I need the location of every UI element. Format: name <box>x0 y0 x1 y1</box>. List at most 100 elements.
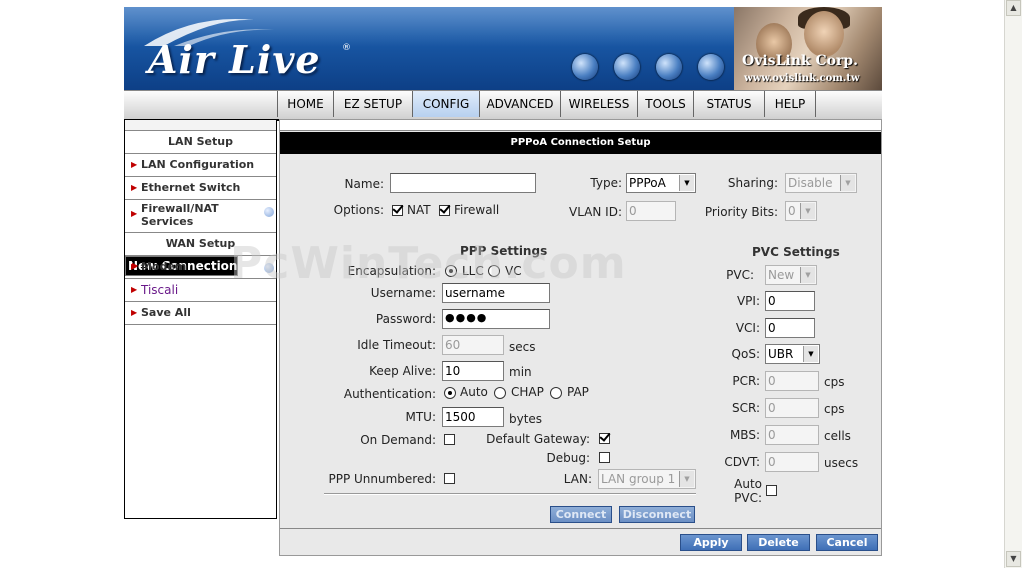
sidebar-item-label: Tiscali <box>141 283 179 297</box>
vci-input[interactable] <box>765 318 815 338</box>
expand-bullet-icon <box>264 207 274 217</box>
cdvt-label: CDVT: <box>724 455 760 469</box>
arrow-right-icon: ▶ <box>131 183 138 192</box>
vlan-id-label: VLAN ID: <box>569 205 622 219</box>
sidebar-item-label: LAN Configuration <box>141 158 255 171</box>
cancel-button[interactable]: Cancel <box>816 534 878 551</box>
apply-button[interactable]: Apply <box>680 534 742 551</box>
idle-timeout-label: Idle Timeout: <box>357 338 436 352</box>
sidebar-item-modem[interactable]: ▶ Modem <box>125 256 276 279</box>
brand-logo[interactable]: Air Live <box>148 37 321 82</box>
pcr-input[interactable] <box>765 371 819 391</box>
sharing-select[interactable]: Disable ▼ <box>785 173 857 193</box>
sidebar-section-wan-setup: WAN Setup <box>125 233 276 256</box>
debug-checkbox[interactable] <box>599 452 610 463</box>
scroll-down-arrow-icon[interactable]: ▼ <box>1006 551 1021 567</box>
type-select[interactable]: PPPoA ▼ <box>626 173 696 193</box>
lan-group-select[interactable]: LAN group 1 ▼ <box>598 469 696 489</box>
globe-icon <box>572 54 598 80</box>
page-title: PPPoA Connection Setup <box>280 132 881 154</box>
sidebar-item-tiscali[interactable]: ▶ Tiscali <box>125 279 276 302</box>
debug-label: Debug: <box>546 451 590 465</box>
mtu-label: MTU: <box>405 410 436 424</box>
auto-pvc-label-line1: Auto <box>734 477 762 491</box>
sidebar-item-save-all[interactable]: ▶ Save All <box>125 302 276 325</box>
vertical-scrollbar[interactable]: ▲ ▼ <box>1004 0 1022 568</box>
encapsulation-label: Encapsulation: <box>347 264 436 278</box>
auth-auto-radio[interactable] <box>444 387 456 399</box>
nav-wireless[interactable]: WIRELESS <box>561 91 638 117</box>
pvc-settings-heading: PVC Settings <box>752 245 840 259</box>
scroll-up-arrow-icon[interactable]: ▲ <box>1006 0 1021 16</box>
nav-help[interactable]: HELP <box>765 91 816 117</box>
pvc-label: PVC: <box>726 268 754 282</box>
encapsulation-llc-label: LLC <box>462 264 484 278</box>
auto-pvc-checkbox[interactable] <box>766 485 777 496</box>
password-label: Password: <box>375 312 436 326</box>
disconnect-button[interactable]: Disconnect <box>619 506 695 523</box>
chevron-down-icon: ▼ <box>803 346 818 362</box>
chevron-down-icon: ▼ <box>679 471 694 487</box>
nav-home[interactable]: HOME <box>278 91 334 117</box>
arrow-right-icon: ▶ <box>131 160 138 169</box>
sidebar-item-label: Ethernet Switch <box>141 181 241 194</box>
arrow-right-icon: ▶ <box>131 262 138 271</box>
username-input[interactable] <box>442 283 550 303</box>
priority-bits-value: 0 <box>788 204 796 218</box>
mbs-input[interactable] <box>765 425 819 445</box>
keep-alive-input[interactable] <box>442 361 504 381</box>
chevron-down-icon: ▼ <box>800 267 815 283</box>
sharing-label: Sharing: <box>727 176 778 190</box>
auth-pap-radio[interactable] <box>550 387 562 399</box>
default-gateway-checkbox[interactable] <box>599 433 610 444</box>
encapsulation-vc-radio[interactable] <box>488 265 500 277</box>
pvc-select[interactable]: New ▼ <box>765 265 817 285</box>
ppp-unnumbered-checkbox[interactable] <box>444 473 455 484</box>
nav-status[interactable]: STATUS <box>694 91 765 117</box>
idle-timeout-input[interactable] <box>442 335 504 355</box>
arrow-right-icon: ▶ <box>131 308 138 317</box>
password-input[interactable]: ●●●● <box>442 309 550 329</box>
auth-auto-label: Auto <box>460 385 488 399</box>
vlan-id-input[interactable] <box>626 201 676 221</box>
connect-button[interactable]: Connect <box>550 506 612 523</box>
encapsulation-llc-radio[interactable] <box>445 265 457 277</box>
company-name: OvisLink Corp. <box>742 53 858 69</box>
nav-config[interactable]: CONFIG <box>413 91 480 117</box>
mtu-input[interactable] <box>442 407 504 427</box>
header-banner: Air Live ® OvisLink Corp. www.ovislink.c… <box>124 7 882 90</box>
nav-ez-setup[interactable]: EZ SETUP <box>334 91 413 117</box>
type-label: Type: <box>590 176 622 190</box>
cdvt-input[interactable] <box>765 452 819 472</box>
name-input[interactable] <box>390 173 536 193</box>
sidebar-item-firewall-nat-services[interactable]: ▶ Firewall/NAT Services <box>125 200 276 233</box>
nav-advanced[interactable]: ADVANCED <box>480 91 561 117</box>
sidebar-section-lan-setup: LAN Setup <box>125 131 276 154</box>
vpi-input[interactable] <box>765 291 815 311</box>
sharing-select-value: Disable <box>788 176 833 190</box>
on-demand-label: On Demand: <box>360 433 436 447</box>
on-demand-checkbox[interactable] <box>444 434 455 445</box>
company-url: www.ovislink.com.tw <box>744 73 860 84</box>
nat-checkbox[interactable] <box>392 205 403 216</box>
divider <box>324 493 696 495</box>
qos-select[interactable]: UBR ▼ <box>765 344 820 364</box>
scr-input[interactable] <box>765 398 819 418</box>
pcr-unit: cps <box>824 375 845 389</box>
nav-tools[interactable]: TOOLS <box>638 91 694 117</box>
auto-pvc-label-line2: PVC: <box>734 491 762 505</box>
auth-chap-radio[interactable] <box>494 387 506 399</box>
chevron-down-icon: ▼ <box>840 175 855 191</box>
delete-button[interactable]: Delete <box>747 534 810 551</box>
firewall-label: Firewall <box>454 203 500 217</box>
arrow-right-icon: ▶ <box>131 209 138 218</box>
scr-unit: cps <box>824 402 845 416</box>
name-label: Name: <box>344 177 384 191</box>
sidebar-item-ethernet-switch[interactable]: ▶ Ethernet Switch <box>125 177 276 200</box>
sidebar-item-lan-configuration[interactable]: ▶ LAN Configuration <box>125 154 276 177</box>
main-panel: PPPoA Connection Setup Name: Type: PPPoA… <box>279 119 882 556</box>
firewall-checkbox[interactable] <box>439 205 450 216</box>
chevron-down-icon: ▼ <box>679 175 694 191</box>
options-label: Options: <box>333 203 384 217</box>
priority-bits-select[interactable]: 0 ▼ <box>785 201 817 221</box>
